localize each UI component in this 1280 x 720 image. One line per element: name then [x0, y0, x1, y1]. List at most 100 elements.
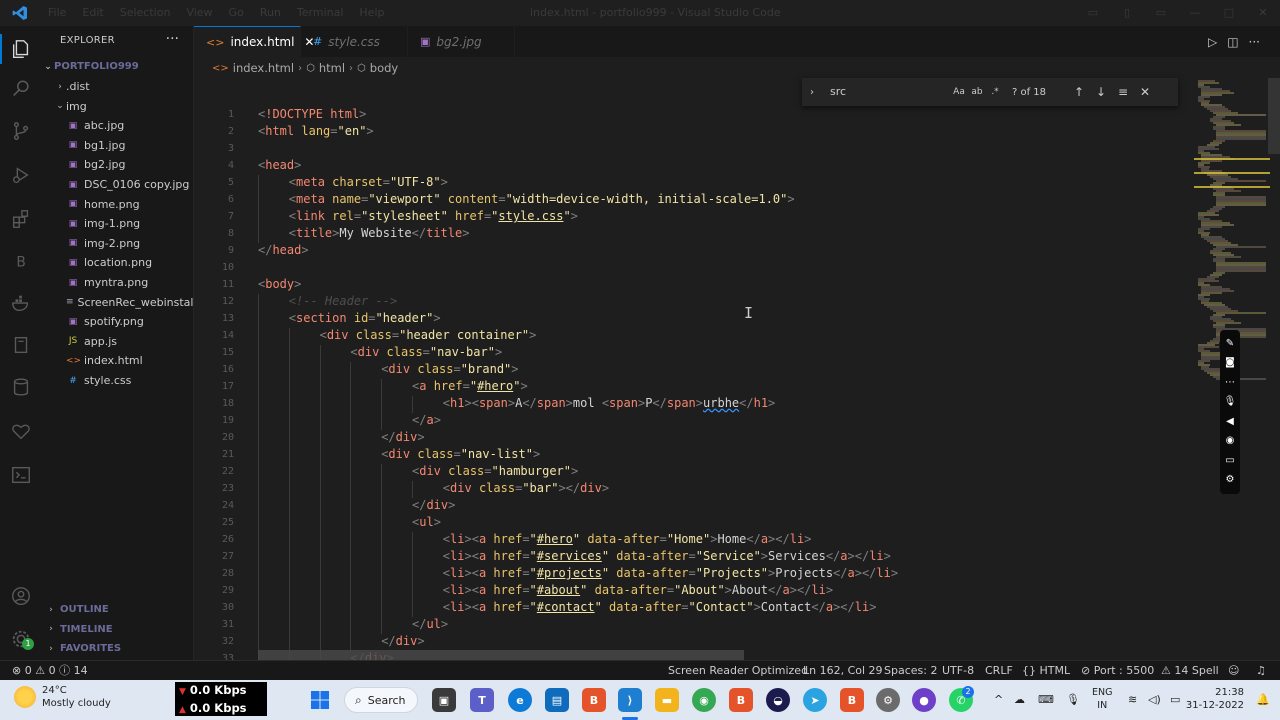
breadcrumb-item-file[interactable]: index.html — [233, 61, 294, 75]
database-icon[interactable] — [8, 374, 34, 400]
end-of-line[interactable]: CRLF — [985, 661, 1013, 681]
tab-style-css[interactable]: # style.css — [301, 26, 408, 57]
store-icon[interactable]: ▤ — [545, 688, 569, 712]
wifi-icon[interactable]: ≋ — [1128, 680, 1137, 720]
input-language[interactable]: ENG IN — [1092, 686, 1112, 712]
file-explorer-icon[interactable]: ▬ — [655, 688, 679, 712]
layout-toggle-icon[interactable]: ▭ — [1076, 0, 1110, 26]
tree-item[interactable]: <> index.html — [42, 351, 194, 370]
find-in-selection-icon[interactable]: ≡ — [1112, 85, 1134, 99]
chrome-icon[interactable]: ◉ — [692, 688, 716, 712]
find-input[interactable]: src — [826, 82, 950, 102]
run-debug-icon[interactable] — [8, 162, 34, 188]
tree-item[interactable]: JS app.js — [42, 332, 194, 351]
match-case-toggle[interactable]: Aa — [950, 87, 968, 97]
tree-item[interactable]: ▣ abc.jpg — [42, 116, 194, 135]
brave-icon[interactable]: B — [729, 688, 753, 712]
telegram-icon[interactable]: ➤ — [803, 688, 827, 712]
breadcrumb-item-body[interactable]: body — [370, 61, 398, 75]
more-actions-icon[interactable]: ··· — [166, 31, 179, 47]
notification-bell-icon[interactable]: 🔔 — [1256, 680, 1270, 720]
tree-item[interactable]: ▣ DSC_0106 copy.jpg — [42, 175, 194, 194]
weather-widget[interactable]: 24°C Mostly cloudy — [14, 684, 111, 710]
tree-item[interactable]: ▣ bg1.jpg — [42, 136, 194, 155]
source-control-icon[interactable] — [8, 118, 34, 144]
tree-item[interactable]: ▣ bg2.jpg — [42, 155, 194, 174]
layout-toggle-icon[interactable]: ▯ — [1110, 0, 1144, 26]
chevron-right-icon[interactable]: › — [802, 87, 822, 98]
task-view-icon[interactable]: ▣ — [432, 688, 456, 712]
tab-bg2-jpg[interactable]: ▣ bg2.jpg — [408, 26, 515, 57]
github-icon[interactable]: ● — [912, 688, 936, 712]
menu-item-go[interactable]: Go — [221, 0, 252, 26]
menu-item-view[interactable]: View — [178, 0, 220, 26]
tree-item[interactable]: ▣ img-1.png — [42, 214, 194, 233]
gear-icon[interactable]: ⚙ — [1226, 474, 1235, 486]
webcam-icon[interactable]: ◉ — [1226, 435, 1235, 447]
pages-icon[interactable] — [8, 332, 34, 358]
keyboard-icon[interactable]: ⌨ — [1038, 680, 1054, 720]
menu-item-terminal[interactable]: Terminal — [289, 0, 352, 26]
language-mode[interactable]: {} HTML — [1022, 661, 1070, 681]
cursor-position[interactable]: Ln 162, Col 29 — [803, 661, 883, 681]
layout-toggle-icon[interactable]: ▭ — [1144, 0, 1178, 26]
tree-item[interactable]: ⌄ img — [42, 97, 194, 116]
sidebar-section-favorites[interactable]: › FAVORITES — [42, 639, 194, 658]
chevron-up-icon[interactable]: ^ — [994, 680, 1003, 720]
vscode-taskbar-icon[interactable]: ⟩ — [618, 688, 642, 712]
feedback-icon[interactable]: ☺ — [1228, 661, 1239, 681]
settings-gear-icon[interactable]: ⚙ — [876, 688, 900, 712]
screen-reader-mode[interactable]: Screen Reader Optimized — [668, 661, 808, 681]
tree-item[interactable]: # style.css — [42, 371, 194, 390]
tab-index-html[interactable]: <> index.html ✕ — [194, 26, 314, 57]
regex-toggle[interactable]: .* — [986, 87, 1004, 97]
microphone-icon[interactable]: 🎙 — [1224, 396, 1237, 408]
vertical-scrollbar[interactable] — [1268, 78, 1280, 154]
camera-icon[interactable]: ◙ — [1225, 357, 1235, 369]
menu-item-edit[interactable]: Edit — [74, 0, 111, 26]
heart-icon[interactable] — [8, 418, 34, 444]
edge-icon[interactable]: e — [508, 688, 532, 712]
onedrive-icon[interactable]: ☁ — [1014, 680, 1025, 720]
windows-start-icon[interactable] — [308, 688, 332, 712]
extensions-icon[interactable] — [8, 206, 34, 232]
live-server-port[interactable]: ⊘ Port : 5500 — [1081, 661, 1154, 681]
sidebar-section-outline[interactable]: › OUTLINE — [42, 600, 194, 619]
split-editor-icon[interactable]: ◫ — [1227, 35, 1238, 49]
indentation[interactable]: Spaces: 2 — [884, 661, 937, 681]
tree-item[interactable]: ▣ spotify.png — [42, 312, 194, 331]
close-icon[interactable]: ✕ — [1134, 85, 1156, 99]
search-icon[interactable] — [8, 76, 34, 102]
arrow-down-icon[interactable]: ↓ — [1090, 85, 1112, 99]
more-actions-icon[interactable]: ··· — [1249, 35, 1260, 49]
window-icon[interactable]: ▭ — [1225, 455, 1234, 467]
whole-word-toggle[interactable]: ab — [968, 87, 986, 97]
eclipse-icon[interactable]: ◒ — [766, 688, 790, 712]
docker-icon[interactable] — [8, 290, 34, 316]
explorer-icon[interactable] — [8, 36, 34, 62]
microphone-icon[interactable]: 🎙 — [1066, 680, 1080, 720]
close-window-icon[interactable]: ✕ — [1246, 0, 1280, 26]
tree-item[interactable]: ▣ home.png — [42, 195, 194, 214]
arrow-up-icon[interactable]: ↑ — [1068, 85, 1090, 99]
brave-icon[interactable]: B — [840, 688, 864, 712]
maximize-icon[interactable]: □ — [1212, 0, 1246, 26]
menu-item-help[interactable]: Help — [351, 0, 392, 26]
menu-item-file[interactable]: File — [40, 0, 74, 26]
pen-icon[interactable]: ✎ — [1226, 338, 1234, 350]
tree-item[interactable]: › .dist — [42, 77, 194, 96]
brave-icon[interactable]: B — [582, 688, 606, 712]
bookmark-b-icon[interactable]: B — [8, 248, 34, 274]
volume-icon[interactable]: ◁) — [1148, 680, 1161, 720]
tree-item[interactable]: ▣ img-2.png — [42, 234, 194, 253]
menu-item-run[interactable]: Run — [252, 0, 289, 26]
battery-icon[interactable]: ▭ — [1170, 680, 1180, 720]
encoding[interactable]: UTF-8 — [942, 661, 974, 681]
horizontal-scrollbar[interactable] — [258, 650, 744, 660]
tree-item[interactable]: ▣ myntra.png — [42, 273, 194, 292]
bell-icon[interactable]: ♫ — [1256, 661, 1266, 681]
more-icon[interactable]: ⋯ — [1225, 377, 1235, 389]
taskbar-search[interactable]: ⌕ Search — [344, 687, 418, 713]
spell-check[interactable]: ⚠ 14 Spell — [1161, 661, 1219, 681]
teams-icon[interactable]: T — [470, 688, 494, 712]
